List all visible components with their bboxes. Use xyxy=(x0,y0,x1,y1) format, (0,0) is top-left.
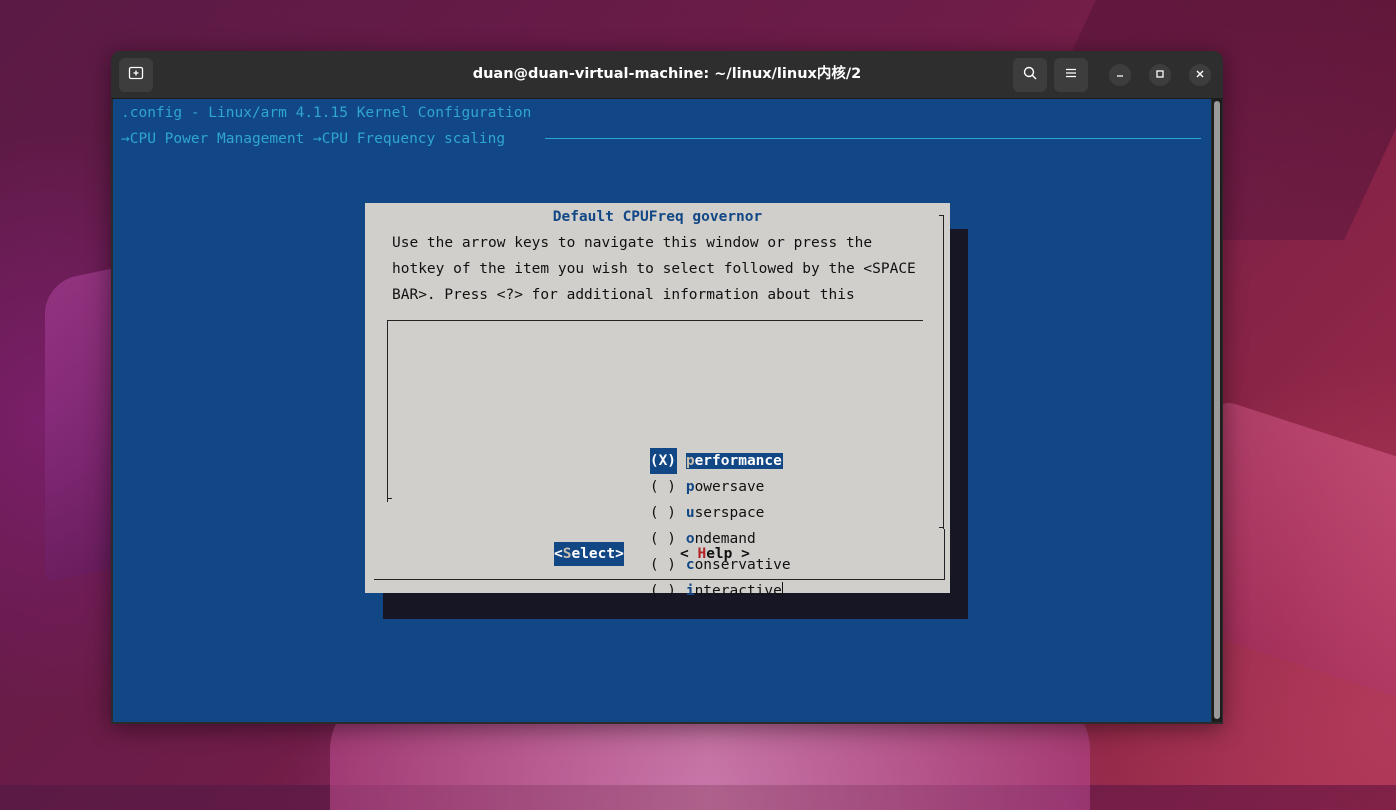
minimize-button[interactable] xyxy=(1109,64,1131,86)
title-bar[interactable]: duan@duan-virtual-machine: ~/linux/linux… xyxy=(111,51,1223,99)
help-text-line: Use the arrow keys to navigate this wind… xyxy=(392,235,873,251)
radio-item-powersave[interactable]: ( ) powersave xyxy=(580,448,765,495)
scrollbar-thumb[interactable] xyxy=(1214,101,1220,719)
terminal-window: duan@duan-virtual-machine: ~/linux/linux… xyxy=(111,51,1223,724)
close-button[interactable] xyxy=(1189,64,1211,86)
button-bracket: < xyxy=(554,546,563,562)
item-hotkey: i xyxy=(685,583,695,599)
new-tab-icon xyxy=(128,65,144,85)
search-icon xyxy=(1022,65,1038,85)
select-button[interactable]: <Select> xyxy=(554,542,624,566)
scrollbar[interactable] xyxy=(1212,99,1222,722)
text-cursor xyxy=(781,582,783,600)
radio-item-ondemand[interactable]: ( ) ondemand xyxy=(580,500,756,547)
button-label: elect> xyxy=(571,546,624,562)
button-hotkey: H xyxy=(697,546,707,562)
help-button[interactable]: < Help > xyxy=(680,542,750,566)
new-tab-button[interactable] xyxy=(119,58,153,92)
dialog-border xyxy=(939,527,944,528)
search-button[interactable] xyxy=(1013,58,1047,92)
breadcrumb: →CPU Power Management →CPU Frequency sca… xyxy=(121,131,506,147)
menu-button[interactable] xyxy=(1054,58,1088,92)
item-label: nteractive xyxy=(694,583,782,599)
button-label: elp > xyxy=(706,546,750,562)
dialog-title: Default CPUFreq governor xyxy=(552,209,763,225)
governor-dialog: Default CPUFreq governor Use the arrow k… xyxy=(365,203,950,600)
terminal-screen[interactable]: .config - Linux/arm 4.1.15 Kernel Config… xyxy=(113,99,1211,722)
dialog-border xyxy=(943,215,944,529)
radio-item-userspace[interactable]: ( ) userspace xyxy=(580,474,765,521)
radio-item-performance[interactable]: (X) performance xyxy=(580,422,783,474)
list-border xyxy=(387,498,392,499)
button-bracket: < xyxy=(680,546,698,562)
minimize-icon xyxy=(1115,68,1125,82)
maximize-icon xyxy=(1155,68,1165,82)
maximize-button[interactable] xyxy=(1149,64,1171,86)
config-title: .config - Linux/arm 4.1.15 Kernel Config… xyxy=(121,105,532,121)
close-icon xyxy=(1195,68,1205,82)
help-text-line: BAR>. Press <?> for additional informati… xyxy=(392,287,855,303)
window-title: duan@duan-virtual-machine: ~/linux/linux… xyxy=(472,66,862,82)
hamburger-menu-icon xyxy=(1064,66,1078,84)
wallpaper-shape xyxy=(1215,397,1396,703)
radio-mark: ( ) xyxy=(649,583,677,599)
help-text-line: hotkey of the item you wish to select fo… xyxy=(392,261,916,277)
breadcrumb-rule xyxy=(545,138,1201,139)
dialog-border xyxy=(944,529,945,580)
